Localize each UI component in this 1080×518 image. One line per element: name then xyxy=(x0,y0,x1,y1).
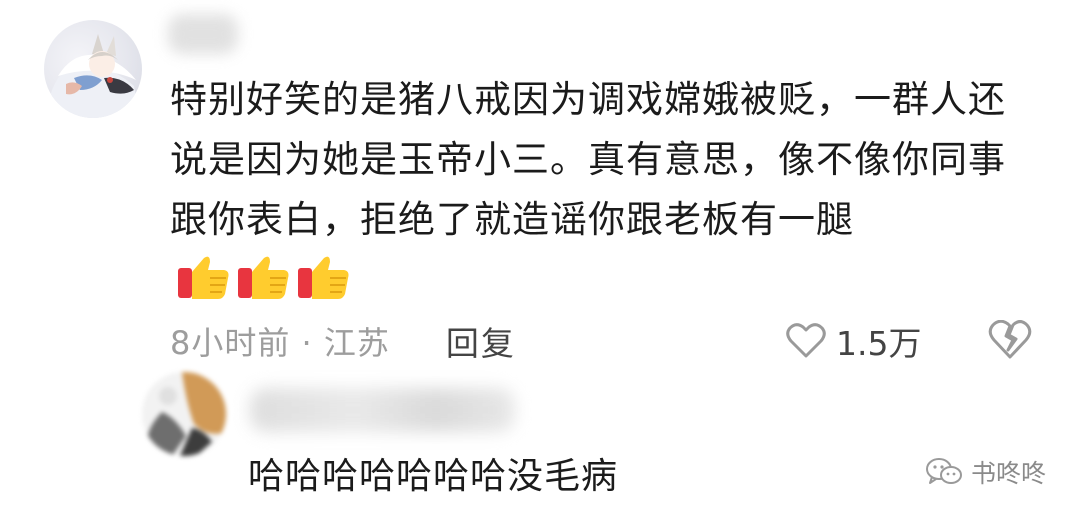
comment-text: 特别好笑的是猪八戒因为调戏嫦娥被贬，一群人还说是因为她是玉帝小三。真有意思，像不… xyxy=(170,78,1006,241)
comment-body: 特别好笑的是猪八戒因为调戏嫦娥被贬，一群人还说是因为她是玉帝小三。真有意思，像不… xyxy=(170,70,1015,310)
emoji-row xyxy=(176,254,350,300)
broken-heart-icon[interactable] xyxy=(988,320,1032,360)
thumbs-up-icon xyxy=(238,256,289,299)
thumbs-up-icon xyxy=(298,256,349,299)
like-button[interactable]: 1.5万 xyxy=(786,316,921,366)
reply-body: 哈哈哈哈哈哈哈没毛病 xyxy=(248,456,619,497)
wechat-watermark: 书咚咚 xyxy=(925,454,1046,490)
heart-icon xyxy=(786,323,826,358)
reply-username-redacted xyxy=(250,388,515,432)
thumbs-up-icon xyxy=(178,256,229,299)
reply-avatar[interactable] xyxy=(142,372,226,456)
timestamp-location: 8小时前 · 江苏 xyxy=(170,324,390,362)
anime-avatar-illustration xyxy=(44,34,140,118)
comment-meta-row: 8小时前 · 江苏 回复 1.5万 xyxy=(170,316,1050,366)
reply-avatar-image xyxy=(142,372,226,456)
wechat-icon xyxy=(926,458,962,484)
watermark-text: 书咚咚 xyxy=(971,459,1047,488)
like-count: 1.5万 xyxy=(836,324,922,363)
username-redacted xyxy=(168,14,238,54)
comment-screen: 特别好笑的是猪八戒因为调戏嫦娥被贬，一群人还说是因为她是玉帝小三。真有意思，像不… xyxy=(0,0,1080,518)
avatar[interactable] xyxy=(44,20,142,118)
reply-button[interactable]: 回复 xyxy=(446,317,516,365)
